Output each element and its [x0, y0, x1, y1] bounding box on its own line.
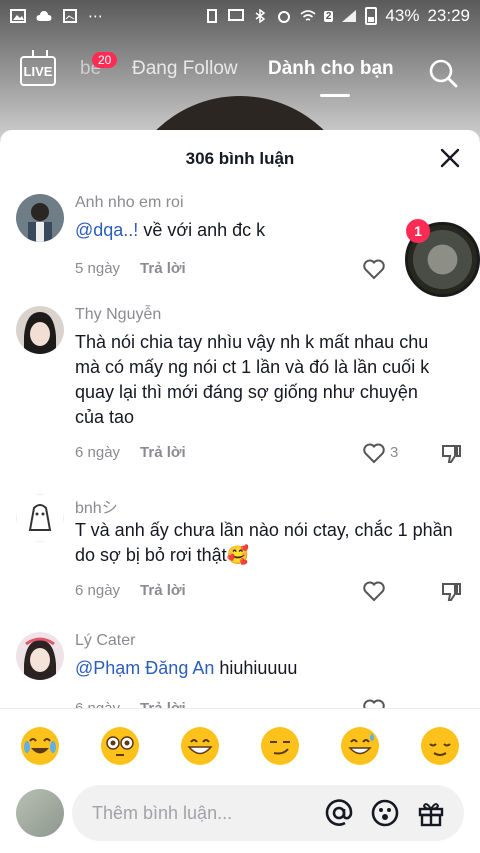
friends-badge: 20 — [92, 52, 118, 68]
comment-input-placeholder: Thêm bình luận... — [92, 802, 233, 823]
comment-meta: 6 ngày Trả lời — [75, 444, 186, 461]
battery-saver-icon — [206, 9, 217, 23]
mention-link[interactable]: @Phạm Đăng An — [75, 658, 214, 678]
composer-actions — [324, 798, 464, 828]
signal-icon — [342, 10, 357, 22]
comment-time: 6 ngày — [75, 700, 120, 708]
comment-body: về với anh đc k — [138, 220, 266, 240]
comment-text: Thà nói chia tay nhìu vậy nh k mất nhau … — [75, 330, 445, 430]
mention-icon[interactable] — [324, 798, 354, 828]
sheet-header: 306 bình luận — [0, 130, 480, 188]
mention-link[interactable]: @dqa..! — [75, 220, 138, 240]
comment-item: Thy Nguyễn Thà nói chia tay nhìu vậy nh … — [0, 306, 480, 476]
status-right: 2 43% 23:29 — [204, 6, 470, 26]
comment-meta: 6 ngày Trả lời — [75, 700, 186, 708]
comment-input[interactable]: Thêm bình luận... — [72, 785, 464, 841]
comment-username[interactable]: Anh nho em roi — [75, 194, 184, 212]
comment-body: hiuhiuuuu — [214, 658, 298, 678]
avatar[interactable] — [16, 494, 64, 542]
cast-icon — [227, 9, 244, 21]
avatar[interactable] — [16, 632, 64, 680]
sim-slot-badge: 2 — [323, 10, 334, 22]
status-time: 23:29 — [427, 6, 470, 25]
music-badge: 1 — [406, 219, 430, 243]
battery-percent: 43% — [385, 6, 420, 25]
comment-time: 6 ngày — [75, 444, 121, 461]
reply-button[interactable]: Trả lời — [140, 700, 186, 708]
heart-icon[interactable] — [362, 258, 386, 280]
relieved-emoji-icon[interactable] — [421, 727, 459, 765]
my-avatar[interactable] — [16, 789, 64, 837]
alarm-icon — [277, 11, 290, 23]
status-bar: ⋯ 2 43% 23:29 — [0, 0, 480, 32]
live-icon[interactable]: LIVE — [20, 56, 56, 86]
emoji-picker-icon[interactable] — [370, 798, 400, 828]
comment-username[interactable]: Thy Nguyễn — [75, 306, 161, 324]
comment-item: Lý Cater @Phạm Đăng An hiuhiuuuu 6 ngày … — [0, 632, 480, 708]
grinning-emoji-icon[interactable] — [181, 727, 219, 765]
comment-time: 6 ngày — [75, 582, 121, 599]
dislike-icon[interactable] — [440, 442, 462, 464]
tears-of-joy-emoji-icon[interactable] — [21, 727, 59, 765]
sweat-smile-emoji-icon[interactable] — [341, 727, 379, 765]
reply-button[interactable]: Trả lời — [140, 444, 186, 461]
bluetooth-icon — [255, 9, 266, 23]
comment-meta: 5 ngày Trả lời — [75, 260, 186, 277]
comment-count-title: 306 bình luận — [185, 149, 295, 168]
tab-for-you[interactable]: Dành cho bạn — [268, 58, 394, 80]
heart-icon[interactable] — [362, 698, 386, 708]
emoji-quick-bar — [0, 708, 480, 783]
smirk-emoji-icon[interactable] — [261, 727, 299, 765]
comment-username[interactable]: bnhシ — [75, 494, 118, 518]
live-label: LIVE — [23, 63, 53, 79]
comment-text: T và anh ấy chưa lần nào nói ctay, chắc … — [75, 518, 455, 568]
photo-icon — [10, 9, 26, 23]
comment-text: @Phạm Đăng An hiuhiuuuu — [75, 656, 395, 681]
search-icon[interactable] — [428, 58, 458, 88]
like-count: 3 — [390, 444, 399, 461]
battery-icon — [365, 7, 378, 25]
top-nav: LIVE be 20 Đang Follow Dành cho bạn — [0, 48, 480, 98]
active-tab-indicator — [320, 94, 350, 97]
reply-button[interactable]: Trả lời — [140, 260, 186, 277]
more-notifications-icon: ⋯ — [88, 8, 103, 25]
heart-icon[interactable] — [362, 580, 386, 602]
flushed-emoji-icon[interactable] — [101, 727, 139, 765]
heart-icon[interactable] — [362, 442, 386, 464]
comment-body: Thà nói chia tay nhìu vậy nh k mất nhau … — [75, 332, 430, 427]
comment-body: T và anh ấy chưa lần nào nói ctay, chắc … — [75, 520, 453, 565]
tab-following[interactable]: Đang Follow — [132, 58, 238, 80]
reply-button[interactable]: Trả lời — [140, 582, 186, 599]
dislike-icon[interactable] — [440, 580, 462, 602]
comment-username[interactable]: Lý Cater — [75, 632, 135, 650]
wifi-icon — [300, 10, 316, 21]
comment-meta: 6 ngày Trả lời — [75, 582, 186, 599]
avatar[interactable] — [16, 306, 64, 354]
comment-item: bnhシ T và anh ấy chưa lần nào nói ctay, … — [0, 494, 480, 614]
avatar[interactable] — [16, 194, 64, 242]
comment-text: @dqa..! về với anh đc k — [75, 218, 395, 243]
comment-composer: Thêm bình luận... — [0, 783, 480, 853]
gallery-icon — [63, 9, 77, 23]
cloud-icon — [36, 11, 52, 21]
gift-icon[interactable] — [416, 798, 446, 828]
close-icon[interactable] — [440, 148, 460, 168]
comment-time: 5 ngày — [75, 260, 121, 277]
status-left: ⋯ — [10, 7, 103, 25]
